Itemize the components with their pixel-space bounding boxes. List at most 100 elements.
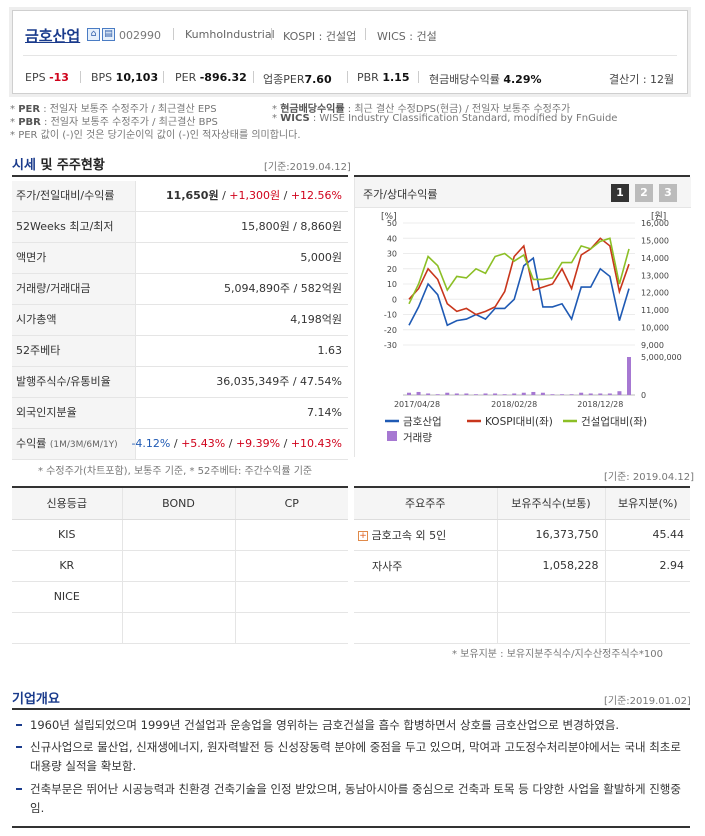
table-row — [12, 612, 348, 644]
volume-bar — [579, 392, 584, 395]
right-tick-label: 10,000 — [641, 324, 669, 333]
row-value: 1.63 — [317, 344, 343, 357]
chart-page-2-button[interactable]: 2 — [635, 184, 653, 202]
stat-eps: EPS -13 — [25, 71, 69, 84]
fiscal-month: 결산기 : 12월 — [609, 73, 675, 86]
home-icon[interactable]: ⌂ — [87, 28, 100, 41]
major-holders-table: 주요주주 보유주식수(보통) 보유지분(%) + 금호고속 외 5인 16,37… — [354, 488, 690, 644]
volume-bar — [454, 393, 459, 395]
holder-shares: 1,058,228 — [497, 550, 606, 582]
volume-bar — [445, 392, 450, 395]
row-label: 시가총액 — [12, 305, 136, 335]
volume-bar — [416, 391, 421, 395]
row-label: 주가/전일대비/수익률 — [12, 181, 136, 211]
volume-bar — [550, 394, 555, 395]
bond-rating — [122, 519, 236, 551]
expand-icon[interactable]: + — [358, 530, 368, 541]
row-value: 4,198억원 — [290, 313, 342, 326]
row-value: 5,094,890주 / 582억원 — [223, 282, 342, 295]
overview-item: 신규사업으로 물산업, 신재생에너지, 원자력발전 등 신성장동력 분야에 중점… — [16, 738, 686, 776]
volume-bar — [473, 394, 478, 395]
stat-pbr: PBR 1.15 — [357, 71, 410, 84]
credit-rating-table: 신용등급 BOND CP KIS KR NICE — [12, 488, 348, 644]
column-header: 보유지분(%) — [605, 488, 690, 520]
volume-bar — [588, 393, 593, 395]
divider — [80, 71, 81, 83]
divider — [163, 71, 164, 83]
row-value: 15,800원 / 8,860원 — [241, 220, 342, 233]
holder-name-cell: + 금호고속 외 5인 — [354, 519, 498, 551]
stat-industry-per: 업종PER7.60 — [263, 73, 332, 86]
market-info: KOSPI : 건설업 — [283, 30, 357, 43]
left-tick-label: 40 — [387, 234, 397, 243]
company-name[interactable]: 금호산업 — [25, 25, 80, 46]
agency-name: NICE — [12, 581, 123, 613]
volume-bar — [617, 391, 622, 395]
divider — [365, 28, 366, 40]
market-base-date: [기준:2019.04.12] — [264, 162, 351, 173]
cp-rating — [235, 519, 348, 551]
divider — [253, 71, 254, 83]
section-rule — [12, 175, 348, 177]
table-row: + 금호고속 외 5인 16,373,750 45.44 — [354, 519, 690, 551]
chart-panel: 주가/상대수익률 1 2 3 [%] [원] 50 40 30 20 10 0 -10 -20 -3… — [354, 177, 691, 457]
left-tick-label: -20 — [384, 326, 397, 335]
overview-item: 1960년 설립되었으며 1999년 건설업과 운송업을 영위하는 금호건설을 … — [16, 716, 686, 735]
section-rule — [12, 826, 690, 828]
volume-bar — [569, 394, 574, 395]
holder-percent: 2.94 — [605, 550, 690, 582]
stat-dividend-yield: 현금배당수익률 4.29% — [429, 73, 542, 86]
note-negative-per: * PER 값이 (-)인 것은 당기순이익 값이 (-)인 적자상태를 의미합… — [10, 130, 301, 141]
volume-tick-label: 5,000,000 — [641, 353, 682, 362]
volume-bar — [627, 357, 631, 395]
overview-item: 건축부문은 뛰어난 시공능력과 친환경 건축기술을 인정 받았으며, 동남아시아… — [16, 780, 686, 818]
table-row: 자사주 1,058,228 2.94 — [354, 550, 690, 582]
volume-tick-label: 0 — [641, 391, 646, 400]
volume-bar — [512, 393, 517, 395]
divider — [271, 28, 272, 40]
row-label: 수익률 (1M/3M/6M/1Y) — [12, 429, 136, 459]
volume-bar — [435, 394, 440, 395]
holder-percent: 45.44 — [605, 519, 690, 551]
column-header: 신용등급 — [12, 488, 123, 520]
left-tick-label: 50 — [387, 219, 397, 228]
volume-bar — [407, 392, 411, 395]
right-tick-label: 13,000 — [641, 271, 669, 280]
volume-bar — [483, 393, 488, 395]
row-label: 액면가 — [12, 243, 136, 273]
volume-bar — [531, 391, 536, 395]
chart-title: 주가/상대수익률 — [363, 188, 438, 201]
holder-name[interactable]: 금호고속 외 5인 — [372, 529, 447, 542]
right-tick-label: 11,000 — [641, 306, 669, 315]
table-row: KR — [12, 550, 348, 582]
chart-page-3-button[interactable]: 3 — [659, 184, 677, 202]
chart-header: 주가/상대수익률 1 2 3 — [355, 177, 691, 208]
divider — [347, 71, 348, 83]
report-icon[interactable]: ▤ — [102, 28, 115, 41]
bullet — [16, 724, 22, 726]
right-tick-label: 16,000 — [641, 219, 669, 228]
note-wics: * WICS : WISE Industry Classification St… — [272, 113, 618, 124]
table-row: 액면가 5,000원 — [12, 243, 348, 274]
x-tick-label: 2018/12/28 — [577, 400, 623, 409]
legend-label: 금호산업 — [403, 415, 442, 428]
table-row: 시가총액 4,198억원 — [12, 305, 348, 336]
stock-chart: [%] [원]50403020100-10-20-3016,00015,00014… — [381, 211, 682, 444]
legend-label: 거래량 — [403, 432, 432, 444]
row-value: 5,000원 — [300, 251, 342, 264]
column-header: 주요주주 — [354, 488, 498, 520]
series-line — [408, 237, 630, 305]
right-tick-label: 15,000 — [641, 236, 669, 245]
volume-bar — [426, 393, 431, 395]
table-row: 52Weeks 최고/최저 15,800원 / 8,860원 — [12, 212, 348, 243]
left-tick-label: -30 — [384, 341, 397, 350]
table-row: 52주베타 1.63 — [12, 336, 348, 367]
section-rule — [12, 708, 690, 710]
column-header: CP — [235, 488, 348, 520]
chart-page-1-button[interactable]: 1 — [611, 184, 629, 202]
overview-base-date: [기준:2019.01.02] — [604, 696, 691, 707]
returns-value: -4.12% / +5.43% / +9.39% / +10.43% — [131, 437, 342, 450]
agency-name: KR — [12, 550, 123, 582]
volume-bar — [464, 393, 469, 395]
company-header: 금호산업 ⌂ ▤ 002990 KumhoIndustrial KOSPI : … — [12, 10, 688, 94]
